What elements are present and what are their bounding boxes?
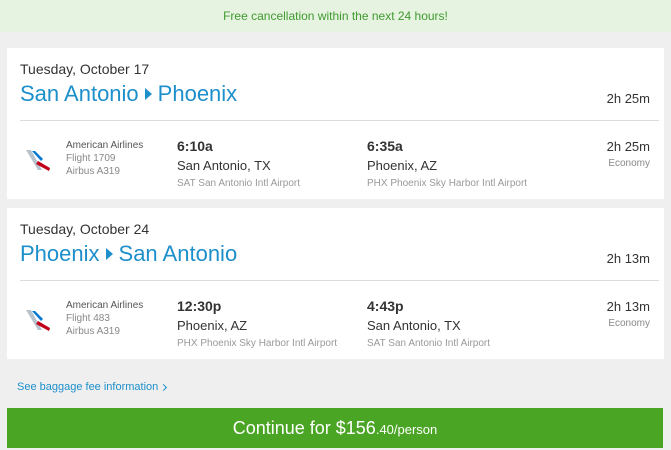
flight-route: Phoenix San Antonio [20, 241, 237, 267]
airline-name: American Airlines [66, 140, 144, 151]
arrival-city: Phoenix, AZ [367, 158, 438, 173]
departure-city: Phoenix, AZ [177, 318, 248, 333]
departure-airport: SAT San Antonio Intl Airport [177, 178, 301, 189]
continue-price: Continue for $156 [232, 418, 376, 438]
arrival-info: 4:43p San Antonio, TX SAT San Antonio In… [367, 298, 490, 350]
continue-price-suffix: .40/person [375, 422, 438, 437]
airline-info: American Airlines Flight 483 Airbus A319 [66, 299, 143, 338]
route-destination: San Antonio [118, 241, 238, 266]
airline-info: American Airlines Flight 1709 Airbus A31… [66, 139, 143, 178]
cabin-class: Economy [608, 318, 650, 329]
baggage-fee-label: See baggage fee information [17, 381, 159, 393]
chevron-right-icon [160, 383, 168, 391]
divider [20, 280, 659, 281]
arrival-time: 4:43p [367, 298, 404, 314]
departure-time: 12:30p [177, 298, 222, 314]
free-cancellation-banner: Free cancellation within the next 24 hou… [0, 0, 671, 32]
segment-summary: 2h 25m Economy [607, 139, 650, 170]
departure-info: 6:10a San Antonio, TX SAT San Antonio In… [177, 138, 300, 190]
flight-route: San Antonio Phoenix [20, 81, 237, 107]
segment-duration: 2h 25m [606, 139, 650, 154]
arrival-time: 6:35a [367, 138, 403, 154]
cabin-class: Economy [608, 158, 650, 169]
flight-card-outbound[interactable]: Tuesday, October 17 San Antonio Phoenix … [7, 48, 664, 199]
route-origin: Phoenix [20, 241, 100, 266]
total-duration: 2h 25m [606, 91, 650, 106]
departure-info: 12:30p Phoenix, AZ PHX Phoenix Sky Harbo… [177, 298, 337, 350]
route-destination: Phoenix [157, 81, 238, 106]
arrival-info: 6:35a Phoenix, AZ PHX Phoenix Sky Harbor… [367, 138, 527, 190]
flight-card-return[interactable]: Tuesday, October 24 Phoenix San Antonio … [7, 208, 664, 359]
divider [20, 120, 659, 121]
flight-date: Tuesday, October 24 [20, 221, 150, 237]
airline-name: American Airlines [66, 300, 144, 311]
flight-number: Flight 483 [66, 313, 110, 324]
arrival-city: San Antonio, TX [367, 318, 461, 333]
aircraft-type: Airbus A319 [66, 166, 120, 177]
triangle-right-icon [105, 248, 113, 260]
segment-duration: 2h 13m [606, 299, 650, 314]
baggage-fee-link[interactable]: See baggage fee information [17, 381, 168, 393]
american-airlines-logo-icon [26, 310, 50, 331]
route-origin: San Antonio [20, 81, 139, 106]
arrival-airport: PHX Phoenix Sky Harbor Intl Airport [367, 178, 528, 189]
departure-time: 6:10a [177, 138, 213, 154]
departure-airport: PHX Phoenix Sky Harbor Intl Airport [177, 338, 338, 349]
flight-date: Tuesday, October 17 [20, 61, 150, 77]
continue-button[interactable]: Continue for $156.40/person [7, 408, 663, 448]
arrival-airport: SAT San Antonio Intl Airport [367, 338, 491, 349]
american-airlines-logo-icon [26, 150, 50, 171]
segment-summary: 2h 13m Economy [607, 299, 650, 330]
flight-number: Flight 1709 [66, 153, 116, 164]
aircraft-type: Airbus A319 [66, 326, 120, 337]
triangle-right-icon [144, 88, 152, 100]
departure-city: San Antonio, TX [177, 158, 271, 173]
total-duration: 2h 13m [606, 251, 650, 266]
